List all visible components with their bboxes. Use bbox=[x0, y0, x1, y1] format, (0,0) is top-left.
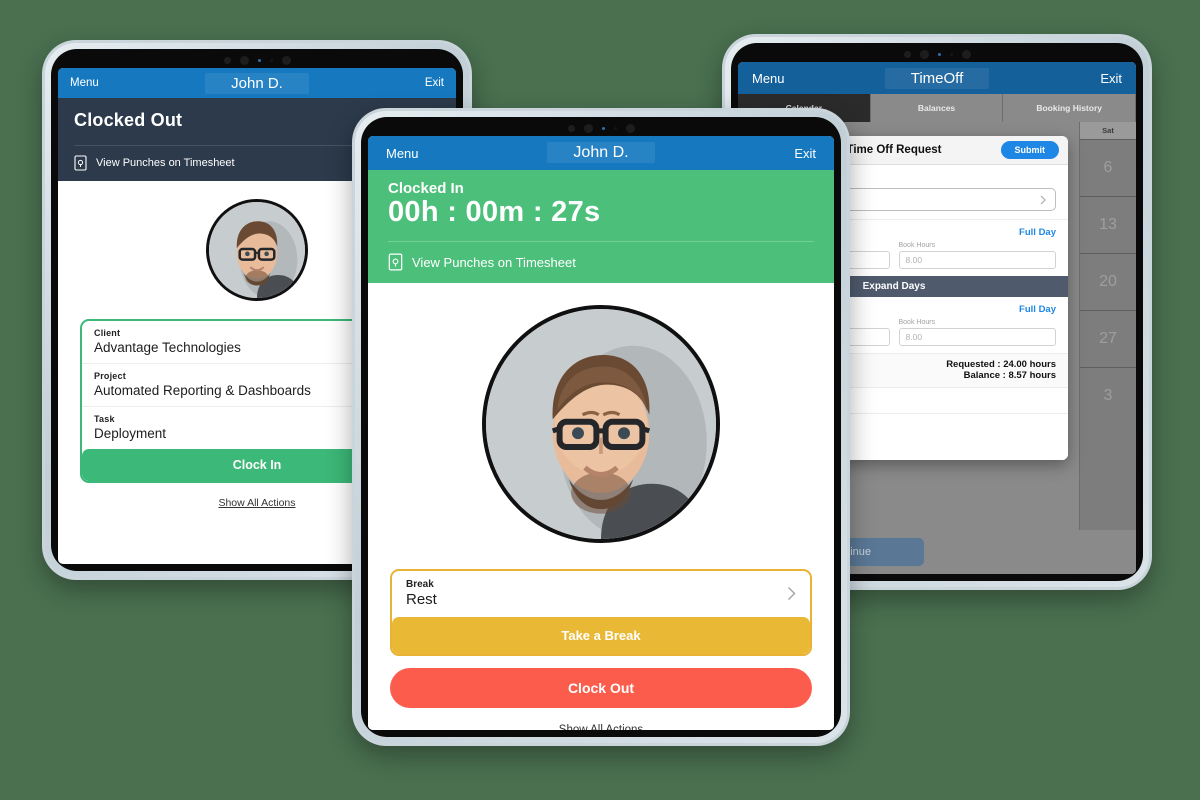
clock-out-button[interactable]: Clock Out bbox=[390, 668, 812, 708]
break-text: Break Rest bbox=[406, 579, 787, 608]
book-hours-field: Book Hours 8.00 bbox=[898, 319, 1056, 346]
exit-button[interactable]: Exit bbox=[794, 146, 816, 161]
book-hours-label: Book Hours bbox=[898, 242, 936, 249]
navbar: Menu John D. Exit bbox=[58, 68, 456, 98]
view-punches-link[interactable]: View Punches on Timesheet bbox=[388, 241, 814, 283]
menu-button[interactable]: Menu bbox=[70, 77, 99, 89]
submit-button[interactable]: Submit bbox=[1000, 141, 1059, 159]
employee-avatar bbox=[482, 305, 720, 543]
camera-cluster bbox=[51, 54, 463, 66]
show-all-actions-link[interactable]: Show All Actions bbox=[368, 724, 834, 730]
navbar: Menu TimeOff Exit bbox=[738, 62, 1136, 94]
employee-avatar bbox=[206, 199, 308, 301]
full-day-link[interactable]: Full Day bbox=[1019, 304, 1056, 315]
tab-booking-history[interactable]: Booking History bbox=[1003, 94, 1136, 122]
book-hours-input[interactable]: 8.00 bbox=[898, 251, 1056, 269]
menu-button[interactable]: Menu bbox=[386, 146, 419, 161]
calendar-day-cell[interactable]: 20 bbox=[1080, 253, 1136, 310]
tablet-clocked-in: Menu John D. Exit Clocked In 00h : 00m :… bbox=[352, 108, 850, 746]
camera-lens-icon bbox=[919, 49, 929, 59]
avatar-container bbox=[368, 305, 834, 543]
sensor-dot-icon bbox=[223, 56, 231, 64]
view-punches-label: View Punches on Timesheet bbox=[412, 254, 576, 270]
calendar-column-header: Sat bbox=[1080, 122, 1136, 139]
page-title-text: John D. bbox=[205, 72, 309, 94]
page-title-text: John D. bbox=[547, 142, 655, 163]
document-icon bbox=[388, 253, 403, 271]
camera-lens-icon bbox=[625, 123, 635, 133]
microphone-icon bbox=[949, 52, 953, 56]
clock-state-label: Clocked In bbox=[388, 180, 464, 197]
exit-button[interactable]: Exit bbox=[425, 77, 444, 89]
page-title-text: TimeOff bbox=[884, 67, 990, 89]
indicator-led-icon bbox=[257, 58, 261, 62]
camera-lens-icon bbox=[239, 55, 249, 65]
menu-button[interactable]: Menu bbox=[752, 71, 785, 86]
page-title: John D. bbox=[58, 72, 456, 94]
tab-balances[interactable]: Balances bbox=[870, 94, 1004, 122]
take-a-break-button[interactable]: Take a Break bbox=[392, 617, 810, 654]
exit-button[interactable]: Exit bbox=[1100, 71, 1122, 86]
camera-lens-icon bbox=[583, 123, 593, 133]
break-label: Break bbox=[406, 579, 434, 590]
microphone-icon bbox=[613, 126, 617, 130]
avatar-portrait bbox=[486, 309, 716, 539]
sensor-dot-icon bbox=[903, 50, 911, 58]
camera-lens-icon bbox=[281, 55, 291, 65]
break-value: Rest bbox=[406, 591, 437, 608]
elapsed-timer: 00h : 00m : 27s bbox=[388, 196, 601, 228]
sensor-dot-icon bbox=[567, 124, 575, 132]
indicator-led-icon bbox=[937, 52, 941, 56]
clock-out-screen: Menu John D. Exit Clocked In 00h : 00m :… bbox=[368, 136, 834, 730]
camera-cluster bbox=[731, 48, 1143, 60]
clock-out-body: Break Rest Take a Break Clock Out Show A… bbox=[368, 283, 834, 730]
camera-lens-icon bbox=[961, 49, 971, 59]
calendar-day-cell[interactable]: 3 bbox=[1080, 367, 1136, 424]
calendar-column: Sat 6 13 20 27 3 bbox=[1079, 122, 1136, 530]
page-title: TimeOff bbox=[738, 67, 1136, 89]
document-icon bbox=[74, 155, 87, 171]
clock-status-bar: Clocked In 00h : 00m : 27s View Punches … bbox=[368, 170, 834, 283]
microphone-icon bbox=[269, 58, 273, 62]
full-day-link[interactable]: Full Day bbox=[1019, 227, 1056, 238]
clock-out-action-wrap: Clock Out bbox=[368, 668, 834, 708]
book-hours-label: Book Hours bbox=[898, 319, 936, 326]
chevron-right-icon bbox=[788, 587, 796, 600]
avatar-portrait bbox=[209, 202, 305, 298]
view-punches-label: View Punches on Timesheet bbox=[96, 157, 235, 169]
calendar-day-cell[interactable]: 6 bbox=[1080, 139, 1136, 196]
navbar: Menu John D. Exit bbox=[368, 136, 834, 170]
chevron-right-icon bbox=[1040, 195, 1046, 204]
camera-cluster bbox=[361, 122, 841, 134]
book-hours-field: Book Hours 8.00 bbox=[898, 242, 1056, 269]
page-title: John D. bbox=[368, 142, 834, 163]
indicator-led-icon bbox=[601, 126, 605, 130]
calendar-day-cell[interactable]: 27 bbox=[1080, 310, 1136, 367]
break-selector[interactable]: Break Rest bbox=[392, 571, 810, 617]
calendar-day-cell[interactable]: 13 bbox=[1080, 196, 1136, 253]
screenshot-stage: Menu TimeOff Exit Calendar Balances Book… bbox=[0, 0, 1200, 800]
tablet-bezel: Menu John D. Exit Clocked In 00h : 00m :… bbox=[361, 117, 841, 737]
book-hours-input[interactable]: 8.00 bbox=[898, 328, 1056, 346]
break-card: Break Rest Take a Break bbox=[390, 569, 812, 656]
